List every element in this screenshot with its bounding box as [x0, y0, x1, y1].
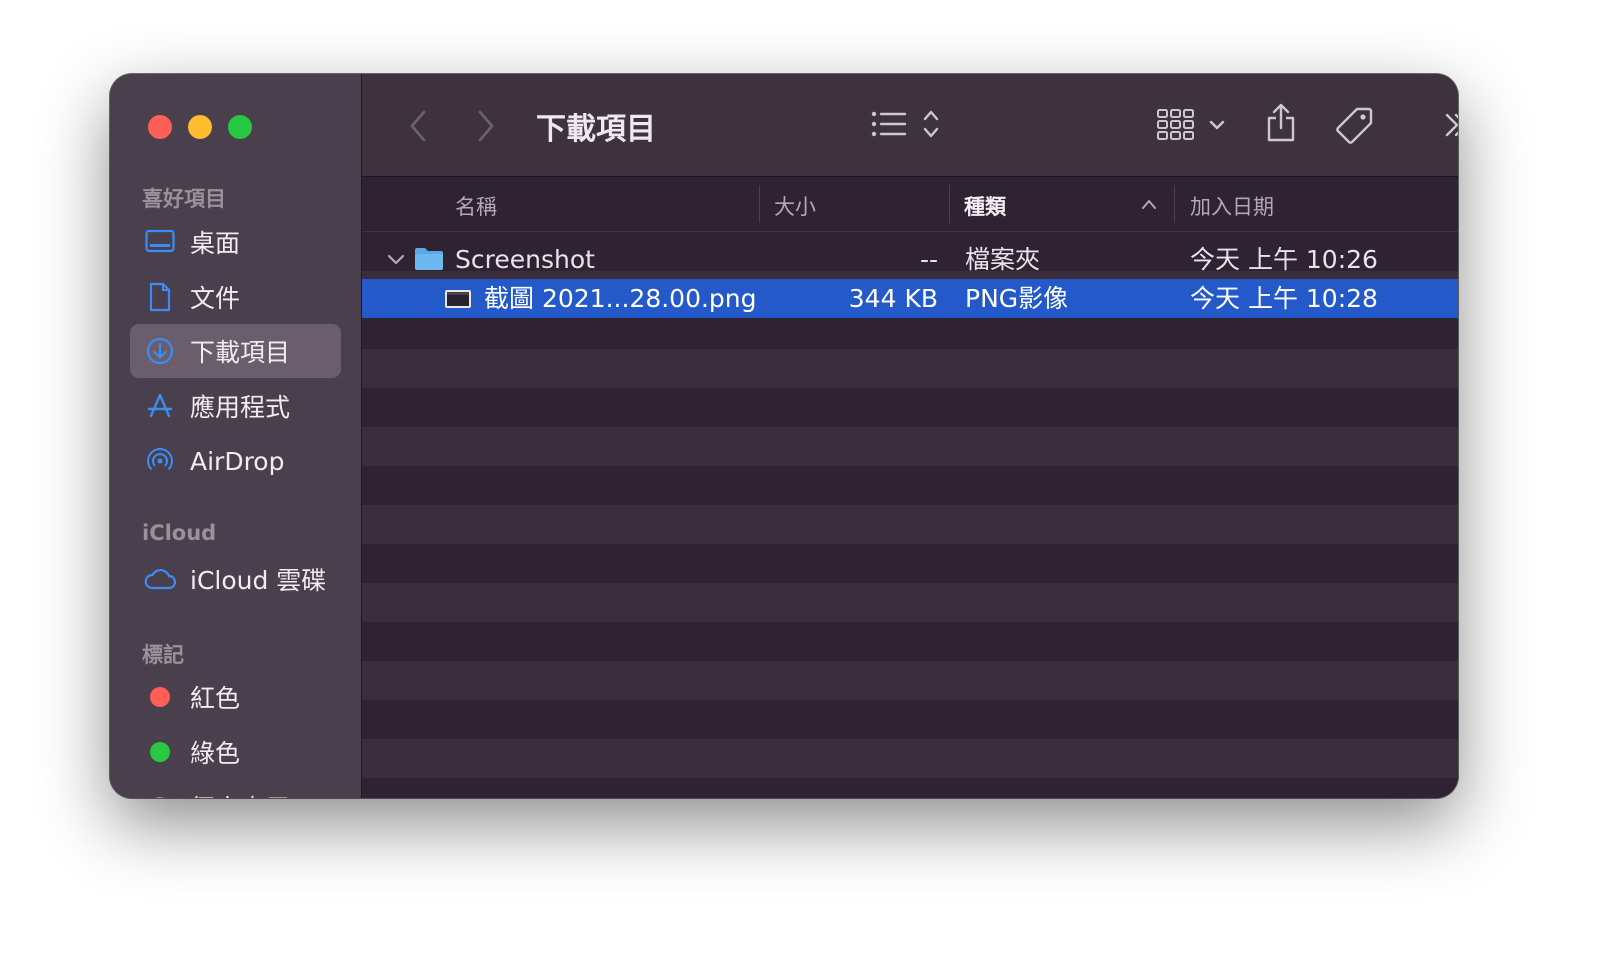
- applications-icon: [142, 388, 178, 424]
- sidebar-item-label: iCloud 雲碟: [190, 566, 327, 595]
- sort-ascending-icon: [1140, 196, 1158, 215]
- column-header: 名稱 大小 種類 加入日期: [362, 177, 1458, 232]
- tags-header: 標記: [142, 643, 184, 667]
- sidebar-item-label: 綠色: [190, 739, 241, 768]
- file-name: 截圖 2021...28.00.png: [484, 284, 757, 313]
- sidebar-item-documents[interactable]: 文件: [130, 270, 341, 324]
- close-button[interactable]: [148, 115, 172, 139]
- airdrop-icon: [142, 443, 178, 479]
- file-size: 344 KB: [848, 284, 938, 313]
- document-icon: [142, 279, 178, 315]
- tag-dot-container: [142, 789, 178, 798]
- sidebar-item-label: 紅色: [190, 684, 241, 713]
- sidebar-item-label: 下載項目: [190, 338, 291, 367]
- red-tag-icon: [150, 687, 170, 707]
- sidebar-item-desktop[interactable]: 桌面: [130, 215, 341, 269]
- icloud-header: iCloud: [142, 521, 217, 545]
- share-icon[interactable]: [1258, 100, 1304, 146]
- sidebar-item-downloads[interactable]: 下載項目: [130, 324, 341, 378]
- column-size[interactable]: 大小: [774, 191, 816, 221]
- disclosure-chevron-icon[interactable]: [386, 250, 406, 274]
- sidebar-item-applications[interactable]: 應用程式: [130, 379, 341, 433]
- tag-icon[interactable]: [1332, 102, 1378, 148]
- downloads-icon: [142, 333, 178, 369]
- toolbar: 下載項目: [362, 74, 1458, 177]
- favorites-header: 喜好項目: [142, 187, 226, 211]
- image-file-icon: [444, 288, 472, 314]
- sidebar-item-icloud-drive[interactable]: iCloud 雲碟: [130, 552, 341, 606]
- folder-icon: [414, 246, 444, 276]
- green-tag-icon: [150, 742, 170, 762]
- tag-dot-container: [142, 679, 178, 715]
- cloud-icon: [142, 561, 178, 597]
- sidebar-item-label: 文件: [190, 284, 241, 313]
- file-date-added: 今天 上午 10:28: [1190, 284, 1378, 313]
- column-name[interactable]: 名稱: [455, 191, 497, 221]
- column-date-added[interactable]: 加入日期: [1190, 191, 1274, 221]
- table-row[interactable]: Screenshot -- 檔案夾 今天 上午 10:26: [362, 240, 1458, 279]
- sidebar: 喜好項目 桌面 文件 下載項目 應用程式 AirDrop iCloud iClo…: [110, 74, 362, 798]
- sidebar-item-label: 桌面: [190, 229, 241, 258]
- table-row[interactable]: 截圖 2021...28.00.png 344 KB PNG影像 今天 上午 1…: [362, 279, 1458, 318]
- sidebar-item-airdrop[interactable]: AirDrop: [130, 434, 341, 488]
- forward-icon[interactable]: [466, 106, 506, 146]
- column-divider[interactable]: [1174, 185, 1175, 223]
- window-title: 下載項目: [536, 112, 656, 147]
- sidebar-item-tag-red[interactable]: 紅色: [130, 670, 341, 724]
- list-view-icon[interactable]: [862, 102, 952, 148]
- file-name: Screenshot: [455, 245, 595, 274]
- file-kind: 檔案夾: [965, 245, 1041, 274]
- sidebar-item-tag-personal[interactable]: 個人專用: [130, 780, 341, 798]
- column-kind[interactable]: 種類: [964, 191, 1006, 221]
- finder-window: 喜好項目 桌面 文件 下載項目 應用程式 AirDrop iCloud iClo…: [110, 74, 1458, 798]
- minimize-button[interactable]: [188, 115, 212, 139]
- tag-dot-container: [142, 734, 178, 770]
- file-kind: PNG影像: [965, 284, 1069, 313]
- file-size: --: [919, 245, 938, 274]
- more-icon[interactable]: [1436, 104, 1458, 146]
- group-icon[interactable]: [1152, 102, 1232, 148]
- back-icon[interactable]: [398, 106, 438, 146]
- file-date-added: 今天 上午 10:26: [1190, 245, 1378, 274]
- sidebar-item-label: AirDrop: [190, 446, 285, 476]
- desktop-icon: [142, 224, 178, 260]
- column-divider[interactable]: [759, 185, 760, 223]
- zoom-button[interactable]: [228, 115, 252, 139]
- column-divider[interactable]: [949, 185, 950, 223]
- sidebar-item-tag-green[interactable]: 綠色: [130, 725, 341, 779]
- file-list: Screenshot -- 檔案夾 今天 上午 10:26 截圖 2021...…: [362, 232, 1458, 798]
- sidebar-item-label: 應用程式: [190, 393, 291, 422]
- tag-outline-icon: [150, 797, 170, 798]
- sidebar-item-label: 個人專用: [190, 789, 290, 798]
